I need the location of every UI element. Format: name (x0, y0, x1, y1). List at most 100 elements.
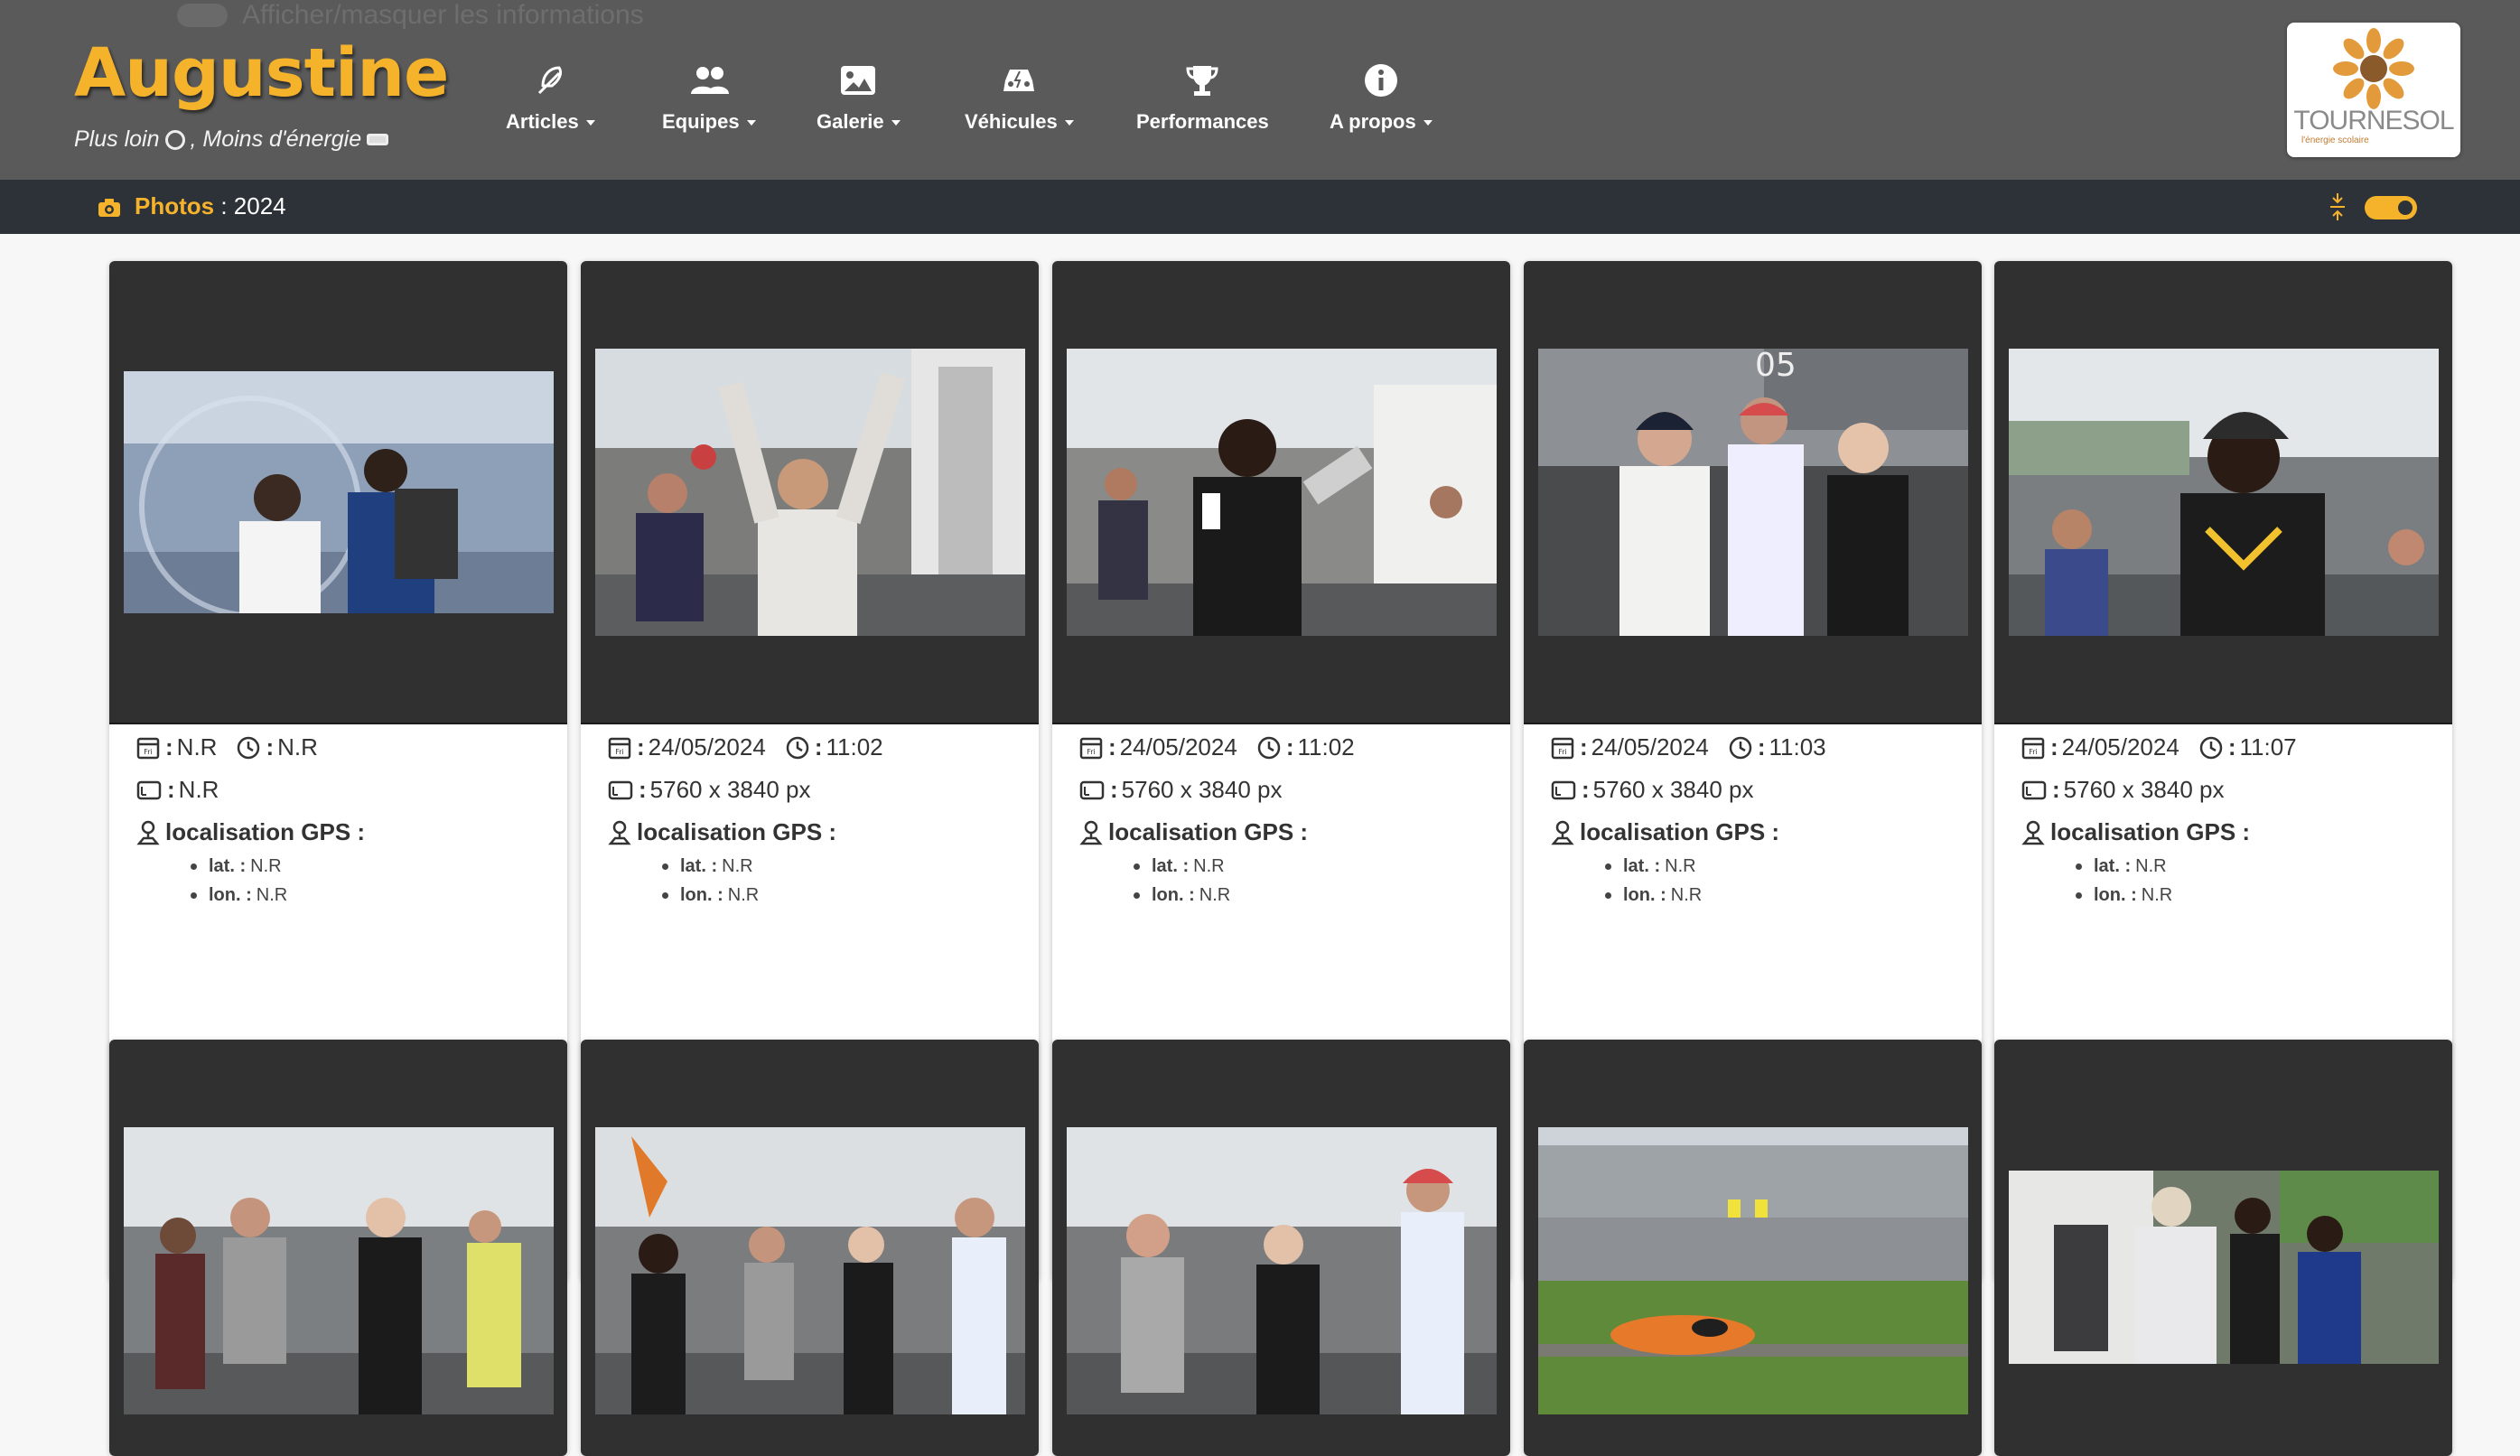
photo-date: N.R (176, 733, 218, 761)
top-navbar: Afficher/masquer les informations August… (0, 0, 2520, 180)
users-icon (690, 67, 729, 94)
person-pin-icon (136, 820, 160, 845)
svg-text:05: 05 (1755, 349, 1797, 384)
image-size-icon (2021, 780, 2047, 799)
photo-size-row: :5760 x 3840 px (1551, 776, 1753, 804)
photo-lat: lat. : N.R (1605, 856, 1696, 877)
svg-text:Fri: Fri (1558, 748, 1567, 756)
photo-size-row: :5760 x 3840 px (608, 776, 810, 804)
nav-a-propos-label: A propos (1330, 110, 1416, 133)
photo-image[interactable] (1067, 1127, 1497, 1414)
lon-label: lon. : (1623, 885, 1666, 905)
lat-value: N.R (1665, 856, 1696, 876)
svg-text:Fri: Fri (144, 748, 153, 756)
photo-card (109, 1040, 567, 1456)
lon-label: lon. : (2094, 885, 2137, 905)
tagline-part2: , Moins d'énergie (190, 126, 362, 152)
photo-image[interactable] (2009, 1171, 2439, 1364)
lat-label: lat. : (2094, 856, 2132, 876)
info-toggle-switch[interactable] (2365, 196, 2417, 219)
calendar-icon: Fri (1551, 737, 1574, 759)
feather-icon (538, 66, 563, 95)
image-size-icon (608, 780, 633, 799)
lat-label: lat. : (1623, 856, 1661, 876)
nav-articles[interactable]: Articles (506, 60, 595, 134)
calendar-icon: Fri (2021, 737, 2045, 759)
lon-label: lon. : (209, 885, 252, 905)
photo-size: 5760 x 3840 px (1592, 776, 1754, 803)
photo-lon: lon. : N.R (2075, 885, 2172, 906)
tournesol-logo[interactable]: TOURNESOL l'énergie scolaire (2287, 23, 2460, 157)
photo-image[interactable] (1067, 349, 1497, 636)
lon-value: N.R (1199, 885, 1231, 905)
photo-frame (109, 261, 567, 724)
photo-image[interactable] (595, 349, 1025, 636)
nav-equipes-label: Equipes (662, 110, 740, 133)
photo-image[interactable] (124, 371, 554, 613)
page-title-section: Photos (135, 192, 215, 219)
expand-vertical-icon[interactable] (2329, 192, 2347, 221)
photo-gps-label: localisation GPS : (1580, 818, 1780, 845)
lon-label: lon. : (680, 885, 723, 905)
chevron-down-icon (585, 120, 595, 126)
page-title-year: 2024 (233, 192, 286, 219)
lat-value: N.R (250, 856, 282, 876)
photo-size-row: : N.R (136, 776, 219, 804)
battery-icon (367, 134, 389, 145)
lon-value: N.R (727, 885, 760, 905)
nav-performances[interactable]: Performances (1136, 60, 1269, 134)
calendar-icon: Fri (1079, 737, 1103, 759)
nav-vehicules[interactable]: Véhicules (965, 60, 1074, 134)
nav-a-propos[interactable]: A propos (1330, 60, 1433, 134)
photo-gps-heading: localisation GPS : (1079, 818, 1308, 846)
logo-name: TOURNESOL (2293, 106, 2454, 135)
photo-image[interactable] (1538, 1127, 1968, 1414)
photo-image[interactable] (124, 1127, 554, 1414)
clock-icon (2199, 736, 2223, 759)
photo-gps-label: localisation GPS : (1108, 818, 1309, 845)
lat-value: N.R (2135, 856, 2167, 876)
photo-image[interactable] (2009, 349, 2439, 636)
svg-text:Fri: Fri (1087, 748, 1096, 756)
svg-text:Fri: Fri (615, 748, 624, 756)
photo-card (1524, 1040, 1982, 1456)
nav-vehicules-label: Véhicules (965, 110, 1058, 133)
person-pin-icon (608, 820, 631, 845)
photo-image[interactable] (595, 1127, 1025, 1414)
clock-icon (1729, 736, 1752, 759)
photo-frame (581, 261, 1039, 724)
lat-label: lat. : (680, 856, 718, 876)
photo-time: 11:02 (826, 733, 883, 761)
photo-image[interactable]: 05 (1538, 349, 1968, 636)
photo-time: 11:02 (1297, 733, 1355, 761)
photo-lat: lat. : N.R (1134, 856, 1225, 877)
nav-galerie[interactable]: Galerie (817, 60, 901, 134)
photo-date: 24/05/2024 (2061, 733, 2179, 761)
photo-date-time: Fri :24/05/2024 :11:07 (2021, 733, 2297, 761)
nav-equipes[interactable]: Equipes (662, 60, 756, 134)
page-title: Photos : 2024 (135, 192, 286, 220)
photo-size: 5760 x 3840 px (649, 776, 811, 803)
chevron-down-icon (746, 120, 756, 126)
photo-frame (1994, 261, 2452, 724)
photo-size: N.R (178, 776, 219, 803)
photo-frame (1052, 1040, 1510, 1456)
sunflower-icon (2333, 28, 2414, 109)
photo-size-row: :5760 x 3840 px (2021, 776, 2224, 804)
photo-frame (1524, 1040, 1982, 1456)
brand-tagline: Plus loin , Moins d'énergie (74, 126, 389, 153)
image-icon (841, 66, 876, 95)
person-pin-icon (1551, 820, 1574, 845)
photo-lat: lat. : N.R (191, 856, 282, 877)
photo-gps-heading: localisation GPS : (2021, 818, 2250, 846)
photo-frame (109, 1040, 567, 1456)
brand-logo-text[interactable]: Augustine (74, 34, 449, 112)
person-pin-icon (2021, 820, 2045, 845)
trophy-icon (1186, 66, 1218, 96)
photo-date-time: Fri :24/05/2024 :11:02 (608, 733, 883, 761)
nav-performances-label: Performances (1136, 110, 1269, 133)
photo-card (1052, 1040, 1510, 1456)
photo-time: 11:03 (1769, 733, 1826, 761)
clock-icon (1257, 736, 1281, 759)
lon-label: lon. : (1152, 885, 1195, 905)
